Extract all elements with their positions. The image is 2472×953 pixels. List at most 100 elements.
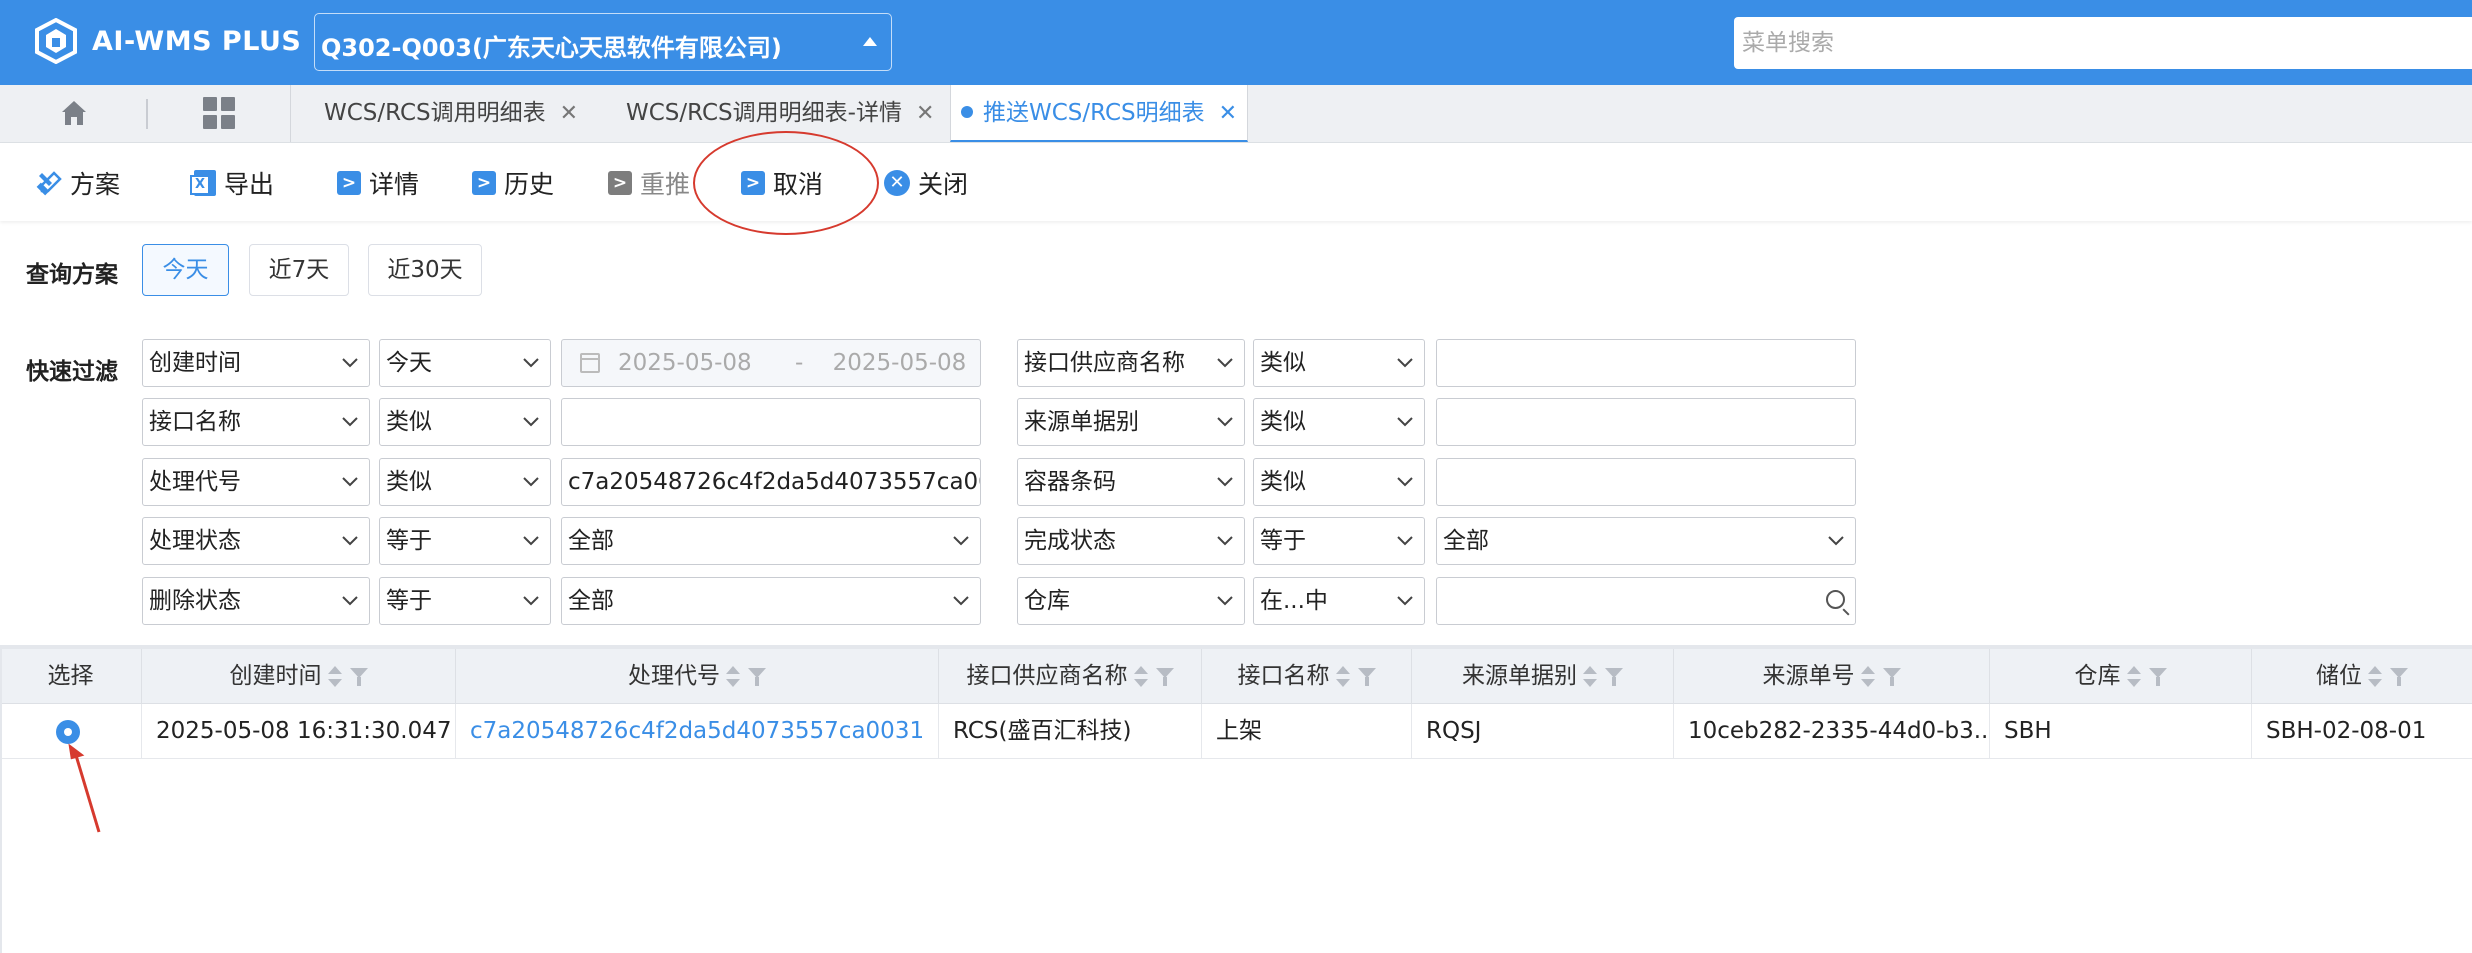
sort-icon[interactable] — [2368, 665, 2382, 689]
sort-icon[interactable] — [1335, 665, 1350, 689]
filter-icon[interactable] — [2390, 667, 2408, 687]
close-icon[interactable]: ✕ — [916, 101, 934, 126]
query-today-button[interactable]: 今天 — [142, 244, 229, 296]
chevron-down-icon — [520, 351, 542, 373]
col-created-time[interactable]: 创建时间 — [142, 649, 456, 703]
company-select[interactable]: Q302-Q003(广东天心天思软件有限公司) — [314, 13, 892, 71]
close-icon[interactable]: ✕ — [560, 101, 578, 126]
tab-wcs-rcs-call-detail-info[interactable]: WCS/RCS调用明细表-详情 ✕ — [626, 85, 934, 142]
chevron-down-icon — [520, 529, 542, 551]
col-vendor-name[interactable]: 接口供应商名称 — [939, 649, 1202, 703]
apps-grid-icon[interactable] — [203, 97, 235, 129]
table-left-border — [0, 649, 2, 953]
repush-label: 重推 — [640, 170, 691, 199]
container-barcode-input[interactable] — [1436, 458, 1856, 506]
col-interface-name[interactable]: 接口名称 — [1202, 649, 1412, 703]
filter-icon[interactable] — [1357, 667, 1376, 687]
col-label: 仓库 — [2074, 663, 2121, 689]
filter-op-select[interactable]: 类似 — [1253, 398, 1425, 446]
filter-op-select[interactable]: 等于 — [379, 517, 551, 565]
sort-icon[interactable] — [1133, 665, 1148, 689]
filter-field-value: 处理状态 — [149, 528, 241, 554]
col-location[interactable]: 储位 — [2252, 649, 2472, 703]
cancel-button[interactable]: > 取消 — [741, 167, 823, 199]
sort-icon[interactable] — [1860, 665, 1875, 689]
history-button[interactable]: > 历史 — [472, 167, 554, 199]
filter-op-select[interactable]: 类似 — [1253, 458, 1425, 506]
process-code-input[interactable]: c7a20548726c4f2da5d4073557ca0031 — [561, 458, 981, 506]
filter-value: c7a20548726c4f2da5d4073557ca0031 — [568, 469, 981, 495]
detail-button[interactable]: > 详情 — [337, 167, 419, 199]
filter-field-select[interactable]: 仓库 — [1017, 577, 1245, 625]
filter-field-select[interactable]: 创建时间 — [142, 339, 370, 387]
interface-name-input[interactable] — [561, 398, 981, 446]
warehouse-lookup-input[interactable] — [1436, 577, 1856, 625]
home-icon[interactable] — [58, 97, 90, 129]
source-doc-type-input[interactable] — [1436, 398, 1856, 446]
filter-icon[interactable] — [2148, 667, 2167, 687]
filter-field-select[interactable]: 来源单据别 — [1017, 398, 1245, 446]
tab-push-wcs-rcs-detail[interactable]: 推送WCS/RCS明细表 ✕ — [950, 85, 1249, 142]
close-icon[interactable]: ✕ — [1219, 101, 1237, 126]
filter-icon[interactable] — [1882, 667, 1901, 687]
filter-op-select[interactable]: 类似 — [379, 458, 551, 506]
col-label: 选择 — [47, 663, 94, 689]
search-icon[interactable] — [1826, 590, 1845, 609]
filter-icon[interactable] — [1155, 667, 1174, 687]
scheme-label: 方案 — [70, 170, 121, 199]
query-7days-button[interactable]: 近7天 — [249, 244, 349, 296]
scheme-button[interactable]: 方案 — [36, 167, 120, 199]
filter-field-select[interactable]: 删除状态 — [142, 577, 370, 625]
filter-icon[interactable] — [349, 667, 368, 687]
filter-op-select[interactable]: 等于 — [1253, 517, 1425, 565]
filter-field-select[interactable]: 处理代号 — [142, 458, 370, 506]
sort-icon[interactable] — [2126, 665, 2141, 689]
filter-icon[interactable] — [1605, 667, 1623, 687]
delete-status-select[interactable]: 全部 — [561, 577, 981, 625]
sort-icon[interactable] — [1583, 665, 1597, 689]
query-30days-button[interactable]: 近30天 — [368, 244, 482, 296]
col-process-code[interactable]: 处理代号 — [456, 649, 939, 703]
finish-status-select[interactable]: 全部 — [1436, 517, 1856, 565]
col-label: 来源单号 — [1762, 663, 1855, 689]
filter-field-select[interactable]: 容器条码 — [1017, 458, 1245, 506]
tab-wcs-rcs-call-detail[interactable]: WCS/RCS调用明细表 ✕ — [324, 85, 578, 142]
col-warehouse[interactable]: 仓库 — [1990, 649, 2252, 703]
vendor-name-input[interactable] — [1436, 339, 1856, 387]
excel-icon: X — [190, 170, 216, 196]
filter-field-select[interactable]: 接口名称 — [142, 398, 370, 446]
filter-icon[interactable] — [748, 667, 766, 687]
col-source-no[interactable]: 来源单号 — [1674, 649, 1990, 703]
process-status-select[interactable]: 全部 — [561, 517, 981, 565]
filter-op-value: 类似 — [1260, 350, 1306, 376]
repush-button[interactable]: > 重推 — [608, 167, 690, 199]
sort-icon[interactable] — [726, 665, 740, 689]
filter-op-value: 等于 — [1260, 528, 1306, 554]
filter-op-select[interactable]: 今天 — [379, 339, 551, 387]
filter-value: 全部 — [568, 588, 614, 614]
filter-field-select[interactable]: 接口供应商名称 — [1017, 339, 1245, 387]
sort-icon[interactable] — [327, 665, 342, 689]
col-source-doc-type[interactable]: 来源单据别 — [1412, 649, 1674, 703]
date-range-input[interactable]: 2025-05-08 - 2025-05-08 — [561, 339, 981, 387]
export-button[interactable]: X 导出 — [190, 167, 274, 199]
close-button[interactable]: ✕ 关闭 — [884, 167, 968, 199]
filter-op-value: 类似 — [386, 469, 432, 495]
filter-op-select[interactable]: 类似 — [1253, 339, 1425, 387]
chevron-down-icon — [1214, 470, 1236, 492]
filter-op-select[interactable]: 类似 — [379, 398, 551, 446]
filter-field-select[interactable]: 处理状态 — [142, 517, 370, 565]
filter-field-select[interactable]: 完成状态 — [1017, 517, 1245, 565]
table-row[interactable]: 2025-05-08 16:31:30.047 c7a20548726c4f2d… — [0, 704, 2472, 759]
menu-search-input[interactable] — [1734, 17, 2472, 69]
app-title: AI-WMS PLUS — [92, 25, 302, 57]
col-label: 创建时间 — [229, 663, 322, 689]
cell-source-no: 10ceb282-2335-44d0-b3... — [1674, 704, 1990, 758]
filter-op-select[interactable]: 在...中 — [1253, 577, 1425, 625]
filter-field-value: 完成状态 — [1024, 528, 1116, 554]
filter-op-select[interactable]: 等于 — [379, 577, 551, 625]
cell-process-code-link[interactable]: c7a20548726c4f2da5d4073557ca0031 — [456, 704, 939, 758]
filter-op-value: 等于 — [386, 588, 432, 614]
caret-up-icon — [863, 37, 877, 46]
chevron-down-icon — [1394, 470, 1416, 492]
